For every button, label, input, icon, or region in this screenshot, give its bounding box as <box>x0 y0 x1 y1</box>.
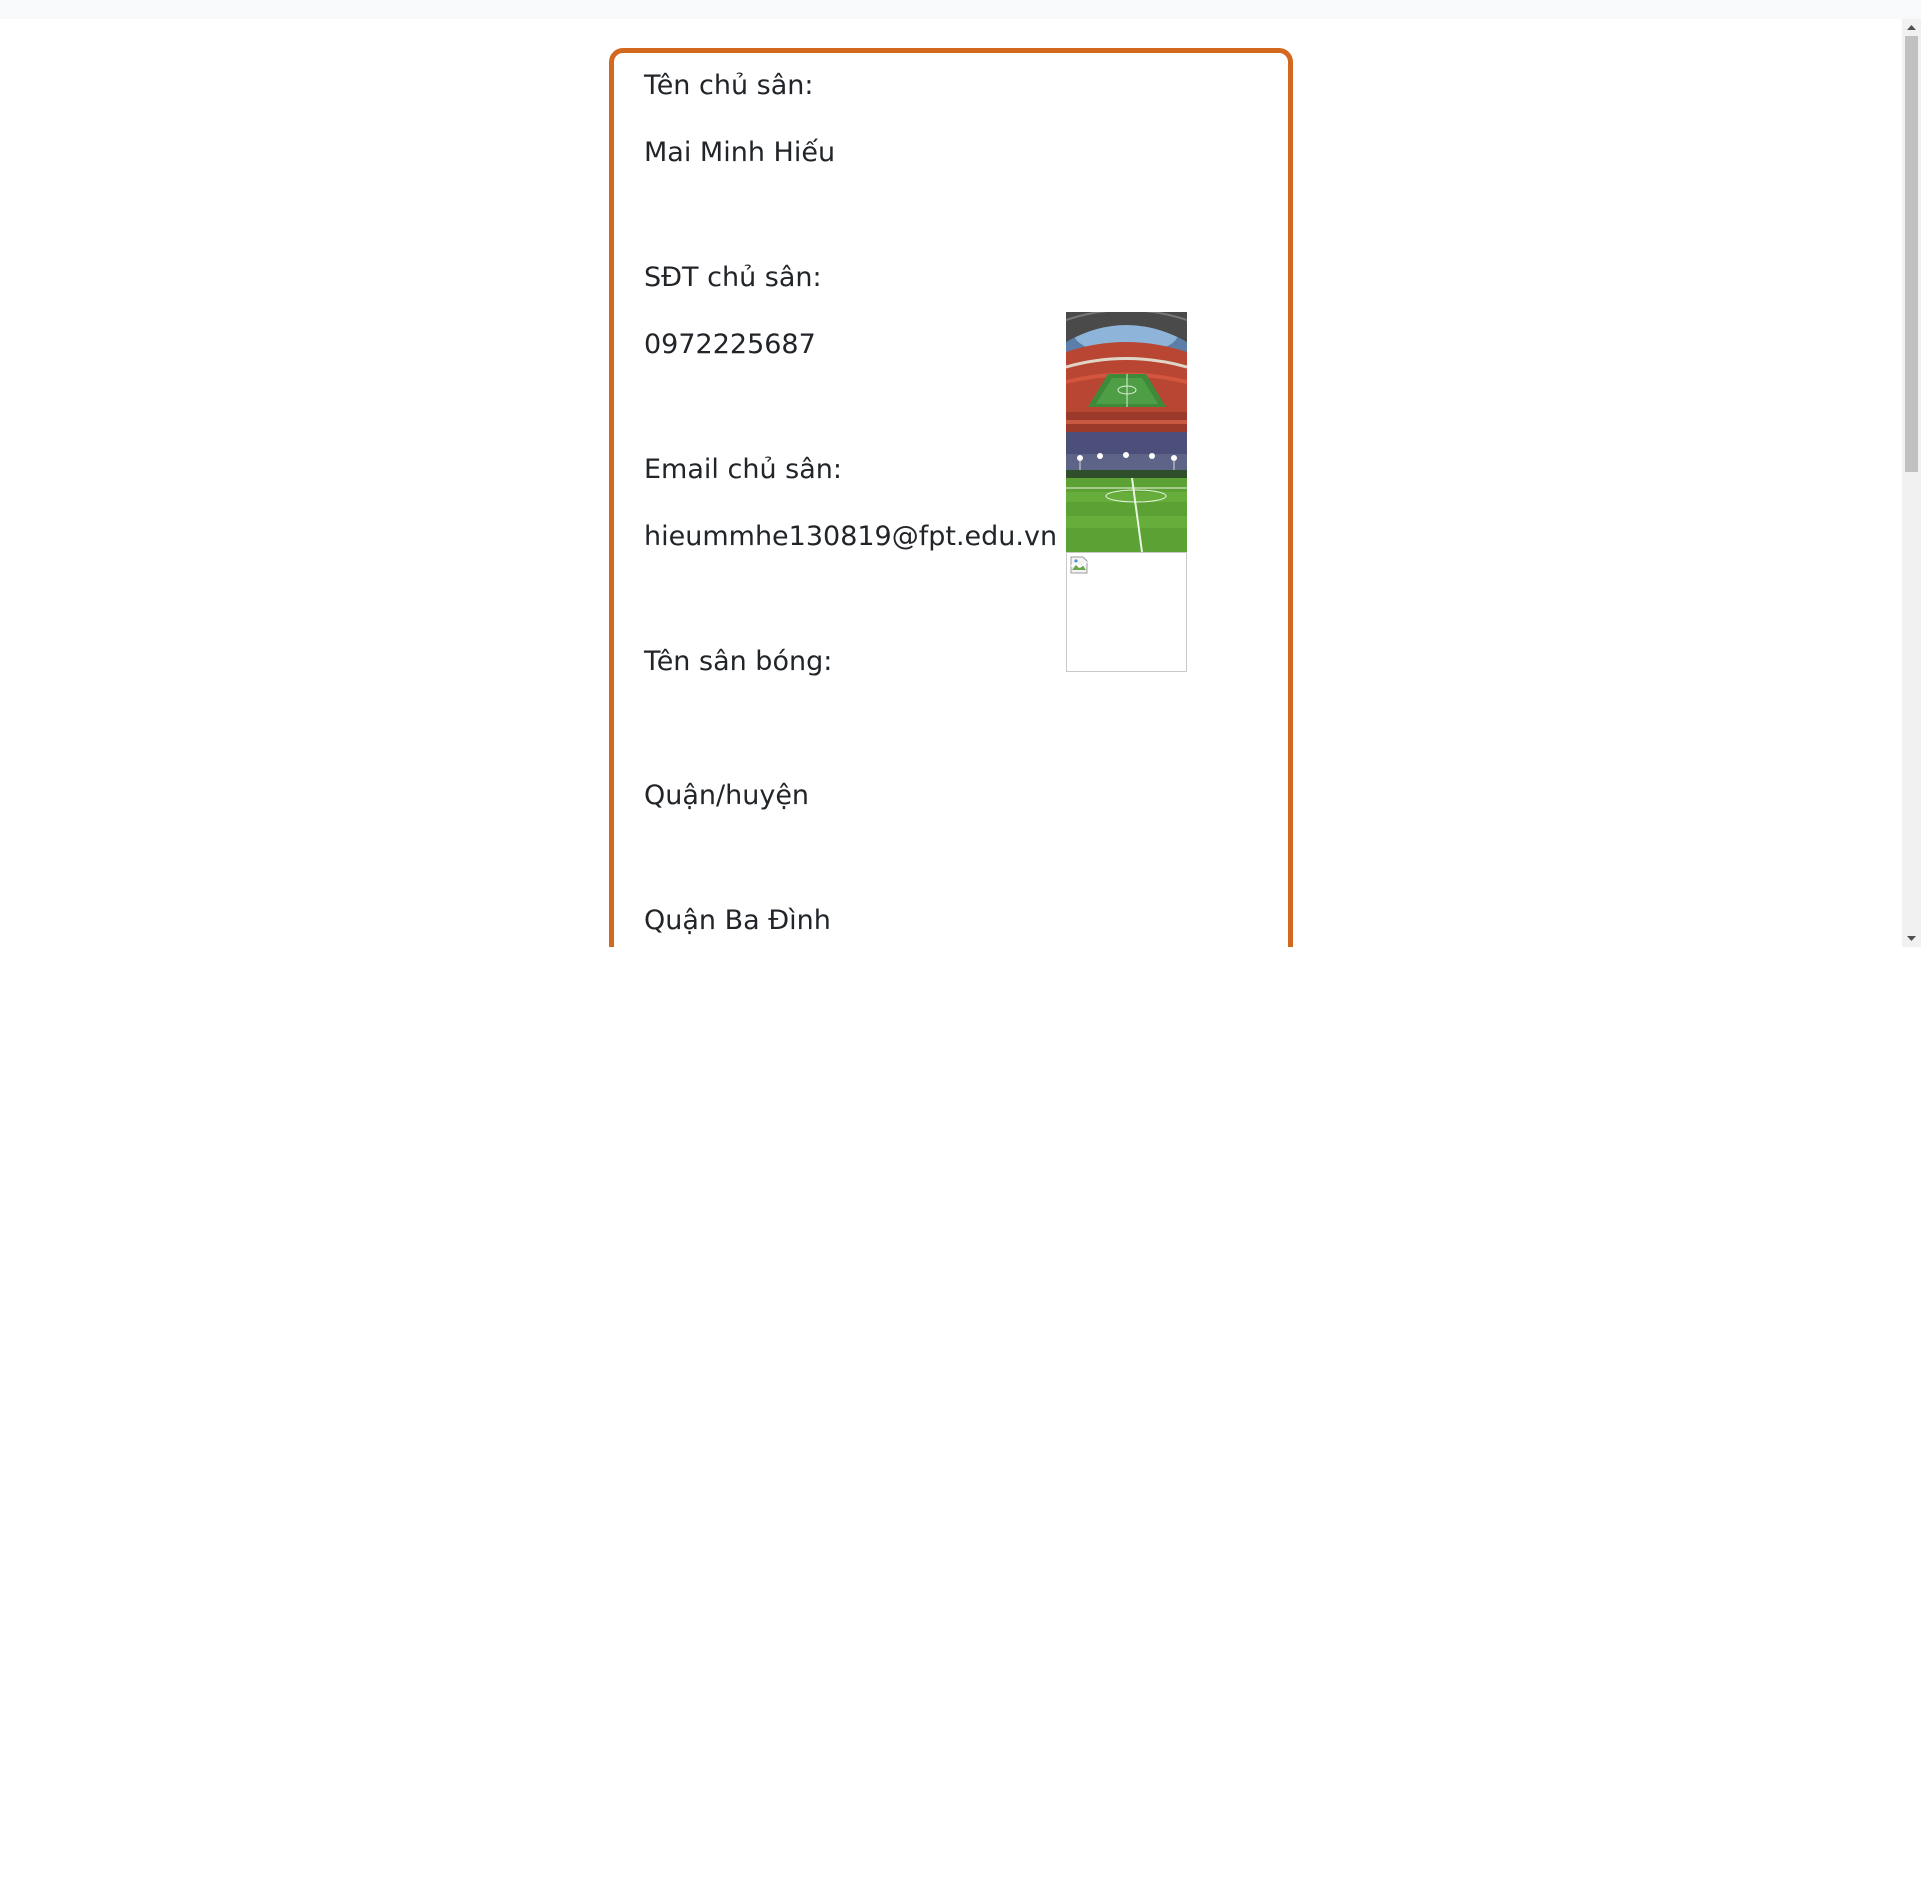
district-value: Quận Ba Đình <box>644 905 831 936</box>
broken-image[interactable] <box>1066 552 1187 672</box>
owner-phone-label: SĐT chủ sân: <box>644 262 822 293</box>
owner-email-value: hieummhe130819@fpt.edu.vn <box>644 521 1058 552</box>
page-viewport: Tên chủ sân: Mai Minh Hiếu SĐT chủ sân: … <box>0 19 1921 947</box>
night-pitch-photo[interactable] <box>1066 432 1187 552</box>
field-name-label: Tên sân bóng: <box>644 646 833 677</box>
owner-email-label: Email chủ sân: <box>644 454 842 485</box>
field-image-gallery <box>1066 312 1187 672</box>
scroll-up-arrow-icon[interactable] <box>1902 19 1921 36</box>
owner-name-value: Mai Minh Hiếu <box>644 137 836 168</box>
scroll-down-arrow-icon[interactable] <box>1902 930 1921 947</box>
field-info-card: Tên chủ sân: Mai Minh Hiếu SĐT chủ sân: … <box>609 48 1293 947</box>
broken-image-icon <box>1070 556 1088 574</box>
vertical-scrollbar[interactable] <box>1902 19 1921 947</box>
owner-phone-value: 0972225687 <box>644 329 816 360</box>
owner-name-label: Tên chủ sân: <box>644 70 814 101</box>
scrollbar-thumb[interactable] <box>1905 36 1918 472</box>
stadium-photo[interactable] <box>1066 312 1187 432</box>
browser-top-strip <box>0 0 1921 19</box>
district-label: Quận/huyện <box>644 780 810 811</box>
